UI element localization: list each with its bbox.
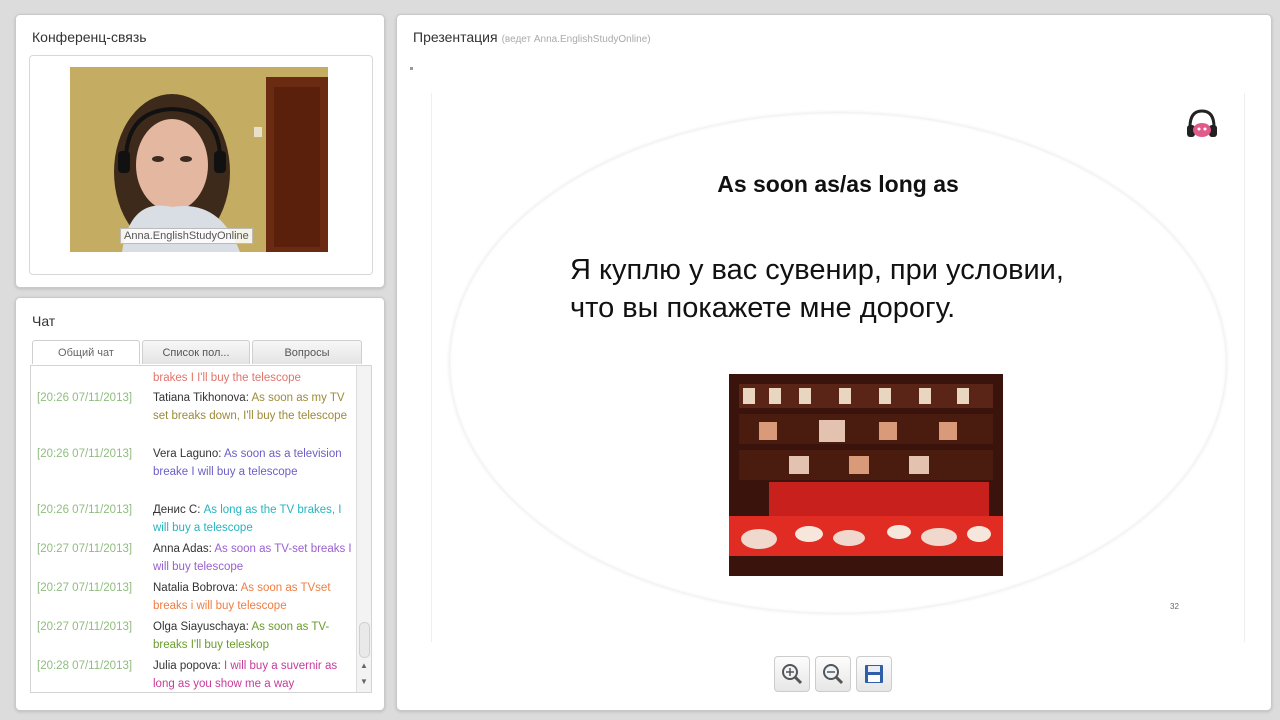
chat-tabs: Общий чат Список пол... Вопросы	[32, 340, 364, 364]
presentation-title: Презентация (ведет Anna.EnglishStudyOnlin…	[413, 29, 651, 45]
slide-number: 32	[1170, 602, 1179, 611]
slide-text: Я куплю у вас сувенир, при условии, что …	[570, 254, 1064, 324]
tab-user-list[interactable]: Список пол...	[142, 340, 250, 364]
tab-general-chat[interactable]: Общий чат	[32, 340, 140, 364]
message-author: Olga Siayuschaya:	[153, 621, 252, 633]
message-author: Tatiana Tikhonova:	[153, 392, 252, 404]
tab-questions[interactable]: Вопросы	[252, 340, 362, 364]
message-timestamp: [20:27 07/11/2013]	[37, 543, 133, 555]
participant-name-label: Anna.EnglishStudyOnline	[120, 228, 253, 244]
conference-title: Конференц-связь	[32, 29, 147, 45]
floppy-disk-icon	[865, 665, 883, 683]
save-button[interactable]	[856, 656, 892, 692]
message-timestamp: [20:27 07/11/2013]	[37, 621, 133, 633]
webcam-image	[70, 67, 328, 252]
scroll-down-icon[interactable]: ▼	[358, 676, 370, 688]
slide-title: As soon as/as long as	[717, 171, 959, 197]
video-frame: Anna.EnglishStudyOnline	[29, 55, 373, 275]
message-author: Денис С:	[153, 504, 204, 516]
chat-messages-box: brakes I I'll buy the telescope [20:26 0…	[30, 365, 372, 693]
webcam-video[interactable]: Anna.EnglishStudyOnline	[70, 67, 328, 252]
message-timestamp: [20:26 07/11/2013]	[37, 504, 133, 516]
message-text: brakes I I'll buy the telescope	[153, 372, 301, 384]
message-timestamp: [20:26 07/11/2013]	[37, 392, 133, 404]
message-timestamp: [20:27 07/11/2013]	[37, 582, 133, 594]
message-author: Julia popova:	[153, 660, 224, 672]
chat-panel: Чат Общий чат Список пол... Вопросы brak…	[15, 297, 385, 711]
slide-marker	[410, 67, 413, 70]
headphones-logo-icon	[1187, 109, 1217, 137]
slide: As soon as/as long as Я куплю у вас суве…	[431, 93, 1245, 642]
message-timestamp: [20:26 07/11/2013]	[37, 448, 133, 460]
presentation-host: (ведет Anna.EnglishStudyOnline)	[501, 34, 651, 45]
message-timestamp: [20:28 07/11/2013]	[37, 660, 133, 672]
scroll-up-icon[interactable]: ▲	[358, 660, 370, 672]
zoom-in-button[interactable]	[774, 656, 810, 692]
conference-panel: Конференц-связь Anna.EnglishStudyOnline	[15, 14, 385, 288]
message-author: Anna Adas:	[153, 543, 215, 555]
presentation-title-text: Презентация	[413, 29, 498, 45]
message-author: Natalia Bobrova:	[153, 582, 241, 594]
souvenir-shop-image	[729, 374, 1003, 576]
zoom-in-icon	[782, 664, 803, 685]
chat-scrollbar[interactable]: ▲ ▼	[356, 366, 371, 692]
zoom-out-icon	[823, 664, 844, 685]
message-author: Vera Laguno:	[153, 448, 224, 460]
zoom-out-button[interactable]	[815, 656, 851, 692]
scrollbar-thumb[interactable]	[359, 622, 370, 658]
chat-title: Чат	[32, 313, 56, 329]
chat-message-list: brakes I I'll buy the telescope [20:26 0…	[31, 366, 356, 692]
souvenir-shop-illustration	[729, 374, 1003, 576]
presentation-panel: Презентация (ведет Anna.EnglishStudyOnlin…	[396, 14, 1272, 711]
